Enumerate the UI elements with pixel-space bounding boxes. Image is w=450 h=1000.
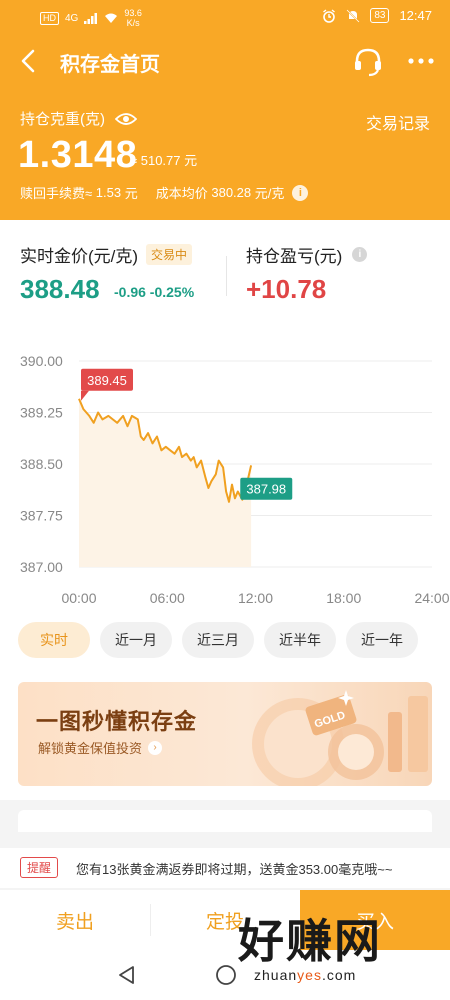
chevron-right-icon: › xyxy=(148,740,163,755)
nav-bar: 积存金首页 xyxy=(0,36,450,86)
watermark-url-a: zhuan xyxy=(254,967,298,983)
gold-illustration xyxy=(252,690,428,786)
page-title: 积存金首页 xyxy=(60,54,160,76)
battery-icon: 83 xyxy=(370,8,390,23)
clock: 12:47 xyxy=(399,8,432,23)
sell-button[interactable]: 卖出 xyxy=(0,890,150,950)
x-tick-label: 12:00 xyxy=(238,590,273,606)
period-tabs: 实时 近一月 近三月 近半年 近一年 xyxy=(0,622,450,662)
trade-record-link[interactable]: 交易记录 xyxy=(366,110,430,134)
high-label-pointer xyxy=(81,390,89,401)
info-icon[interactable]: i xyxy=(292,184,309,201)
banner-subtitle-text: 解锁黄金保值投资 xyxy=(38,741,143,756)
mute-icon xyxy=(346,8,360,23)
headset-icon[interactable] xyxy=(352,46,384,78)
wifi-icon xyxy=(105,13,118,23)
speed-unit: K/s xyxy=(126,18,140,28)
divider xyxy=(226,256,227,296)
info-icon[interactable]: i xyxy=(352,247,368,262)
fee-value: 1.53 xyxy=(95,185,122,200)
banner-title: 一图秒懂积存金 xyxy=(36,709,198,734)
notice-text: 您有13张黄金满返券即将过期，送黄金353.00毫克哦~~ xyxy=(76,862,393,877)
alarm-icon xyxy=(323,8,336,23)
signal-icon xyxy=(84,12,98,24)
banner-subtitle: 解锁黄金保值投资 › xyxy=(38,738,163,757)
network-speed: 93.6 K/s xyxy=(124,8,142,28)
x-tick-label: 24:00 xyxy=(414,590,449,606)
back-arrow-icon[interactable] xyxy=(14,46,44,76)
promo-banner[interactable]: 一图秒懂积存金 解锁黄金保值投资 › GOLD xyxy=(18,682,432,786)
price-change: -0.96 -0.25% xyxy=(114,284,195,300)
network-hd-label: HD xyxy=(40,11,59,25)
pl-label: 持仓盈亏(元) i xyxy=(246,242,368,267)
pl-value: +10.78 xyxy=(246,274,327,304)
price-label-text: 实时金价(元/克) xyxy=(20,247,139,266)
tab-period-2[interactable]: 近三月 xyxy=(182,622,254,658)
x-tick-label: 06:00 xyxy=(150,590,185,606)
x-tick-label: 00:00 xyxy=(61,590,96,606)
market-card: 实时金价(元/克) 交易中 388.48 -0.96 -0.25% 持仓盈亏(元… xyxy=(0,220,450,800)
watermark-url-b: yes xyxy=(297,967,322,983)
notice-badge: 提醒 xyxy=(20,857,59,878)
speed-value: 93.6 xyxy=(124,8,142,18)
status-right: 83 12:47 xyxy=(322,8,432,23)
fee-row: 赎回手续费≈ 1.53 元 成本均价 380.28 元/克 i xyxy=(20,183,309,202)
pl-label-text: 持仓盈亏(元) xyxy=(246,247,343,266)
tab-period-1[interactable]: 近一月 xyxy=(100,622,172,658)
site-watermark: 好赚网 zhuanyes.com xyxy=(238,905,443,995)
next-section-card xyxy=(18,810,432,832)
header: HD 4G 93.6 K/s 83 12:47 积存金首页 持仓克重(克) 交易… xyxy=(0,0,450,220)
holding-approx-value: ≈ 510.77 元 xyxy=(130,153,198,168)
avg-cost-unit: 元/克 xyxy=(254,186,285,201)
y-tick-label: 388.50 xyxy=(20,456,63,472)
price-label: 实时金价(元/克) 交易中 xyxy=(20,242,193,267)
watermark-logo: 好赚网 xyxy=(238,915,382,967)
high-label: 389.45 xyxy=(87,373,127,388)
nav-back-icon[interactable] xyxy=(116,964,138,986)
status-bar: HD 4G 93.6 K/s 83 12:47 xyxy=(0,0,450,34)
price-chart[interactable]: 390.00 389.25 388.50 387.75 387.00 00:00 06:00… xyxy=(0,345,450,615)
status-left: HD 4G 93.6 K/s xyxy=(40,8,142,28)
holding-weight-value: 1.3148 xyxy=(18,134,138,176)
avg-cost-value: 380.28 xyxy=(211,185,252,200)
status-badge: 交易中 xyxy=(146,244,193,265)
tab-period-4[interactable]: 近一年 xyxy=(346,622,418,658)
y-tick-label: 389.25 xyxy=(20,405,63,421)
tab-period-3[interactable]: 近半年 xyxy=(264,622,336,658)
fee-label: 赎回手续费≈ xyxy=(20,186,93,201)
watermark-url-c: .com xyxy=(321,967,357,983)
signal-label: 4G xyxy=(65,12,79,24)
fee-unit: 元 xyxy=(124,186,138,201)
low-label: 387.98 xyxy=(246,482,286,497)
tab-period-0[interactable]: 实时 xyxy=(18,622,90,658)
holding-label-text: 持仓克重(克) xyxy=(20,111,105,128)
nav-home-icon[interactable] xyxy=(214,963,238,987)
y-tick-label: 390.00 xyxy=(20,353,63,369)
y-tick-label: 387.75 xyxy=(20,508,63,524)
watermark-url: zhuanyes.com xyxy=(254,967,356,983)
x-tick-label: 18:00 xyxy=(326,590,361,606)
gold-price: 388.48 xyxy=(20,274,100,304)
notice-bar[interactable]: 提醒 您有13张黄金满返券即将过期，送黄金353.00毫克哦~~ xyxy=(0,848,450,888)
eye-icon[interactable] xyxy=(115,111,137,127)
more-icon[interactable] xyxy=(406,48,436,74)
y-tick-label: 387.00 xyxy=(20,559,63,575)
avg-cost-label: 成本均价 xyxy=(155,186,208,201)
holding-weight-label: 持仓克重(克) xyxy=(20,108,137,129)
